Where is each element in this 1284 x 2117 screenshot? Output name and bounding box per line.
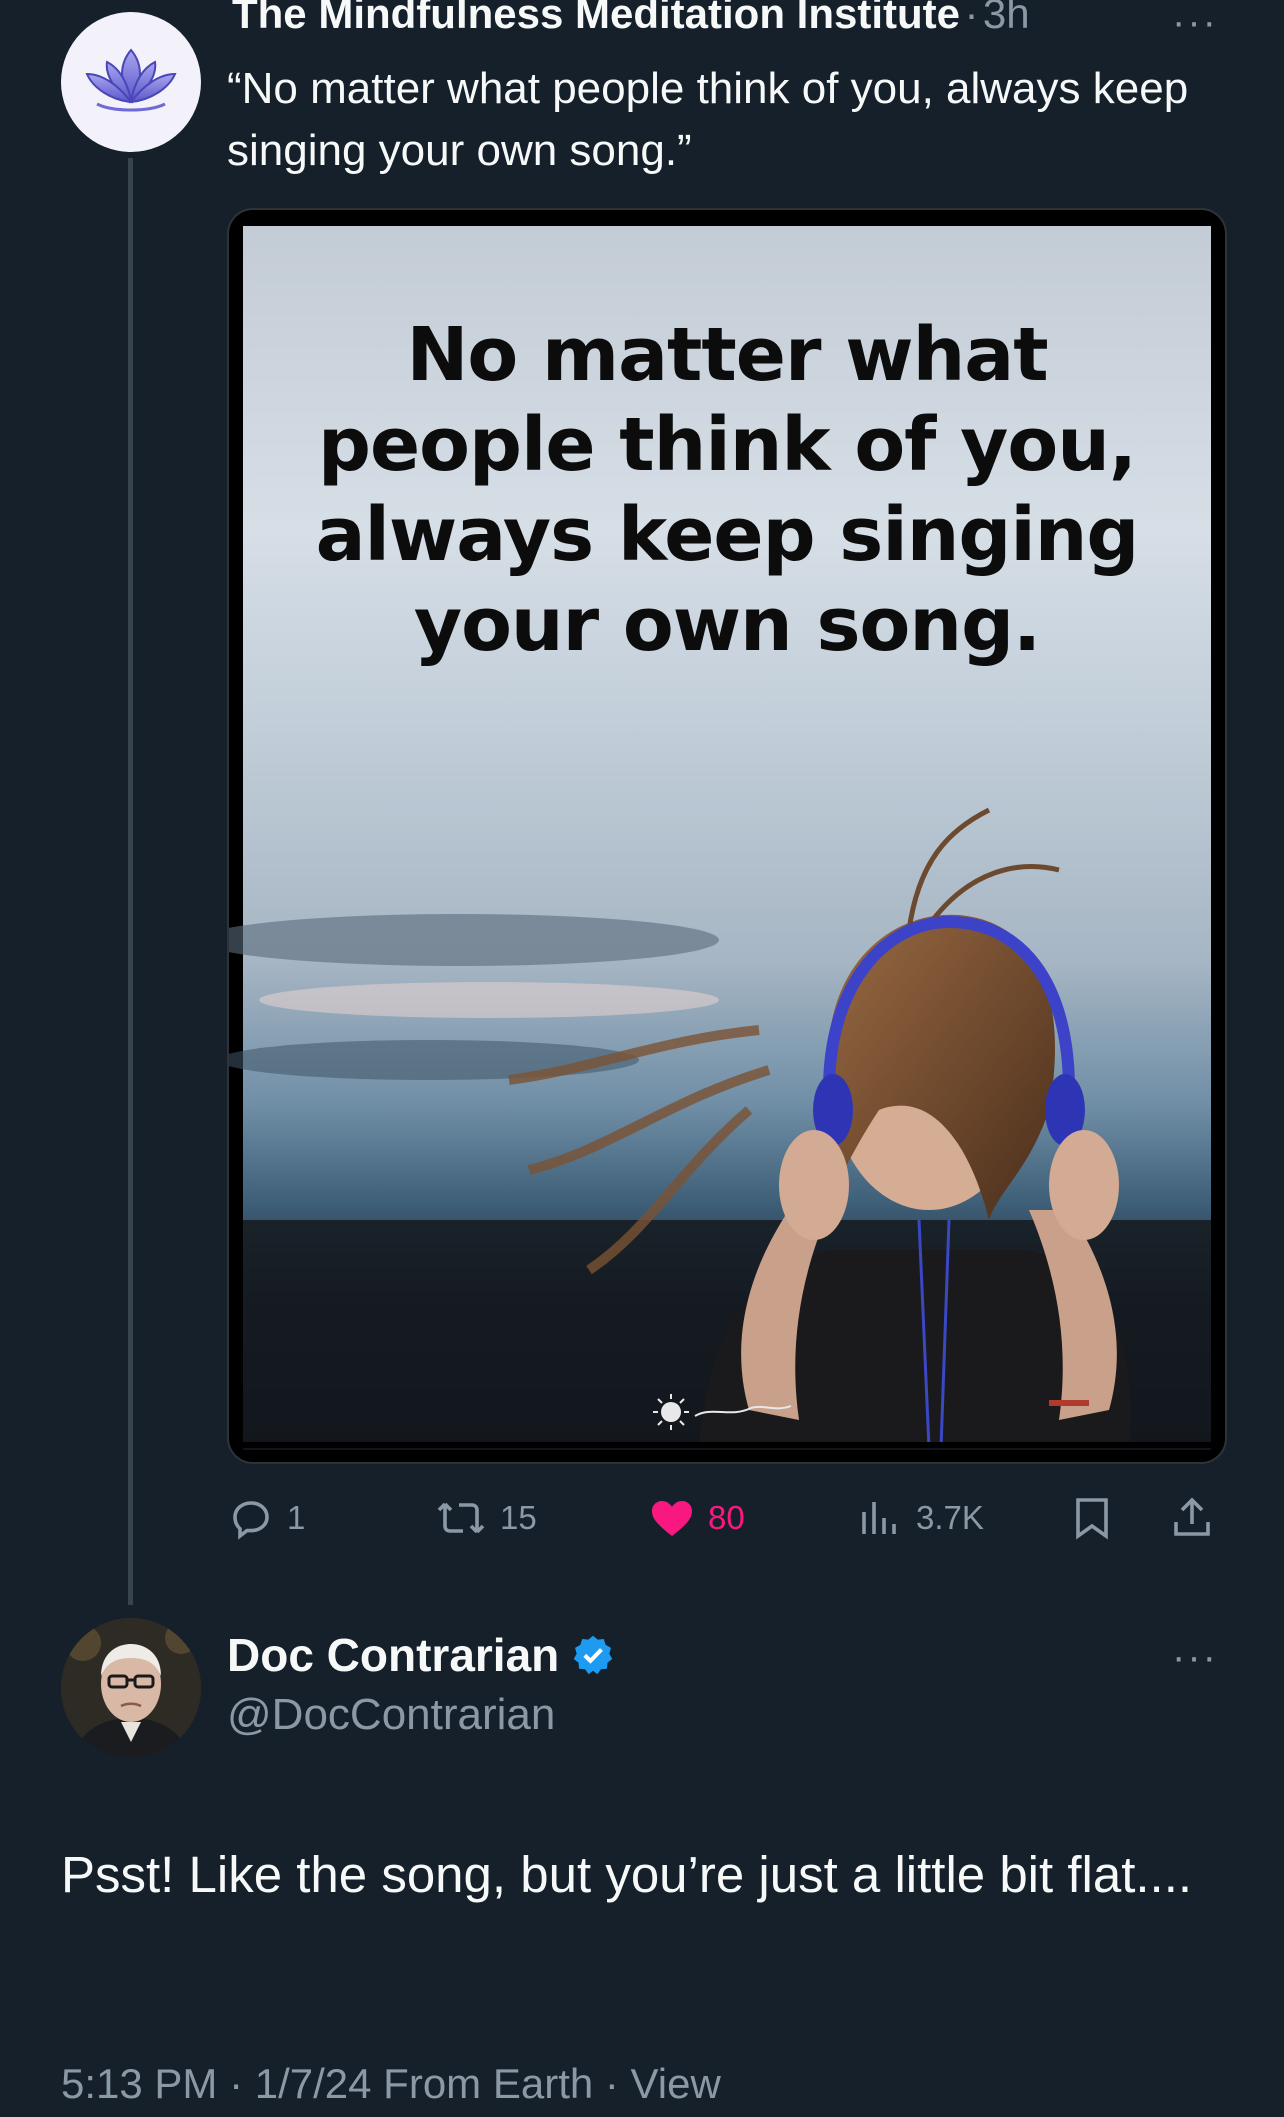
reply-button[interactable]: 1 [227,1488,305,1548]
reply-more-options-button[interactable]: ··· [1172,1635,1218,1680]
like-count: 80 [708,1499,745,1536]
reply-author-name[interactable]: Doc Contrarian [227,1628,559,1682]
quoted-tweet-text: “No matter what people think of you, alw… [227,64,1189,175]
repost-count: 15 [500,1499,537,1536]
views-button[interactable]: 3.7K [856,1488,984,1548]
reply-author-avatar[interactable] [61,1618,201,1758]
author-avatar-lotus[interactable] [61,12,201,152]
quoted-author-name[interactable]: The Mindfulness Meditation Institute [232,0,960,37]
reply-author-handle[interactable]: @DocContrarian [227,1690,555,1740]
reply-icon [233,1501,269,1540]
image-quote-text: No matter what people think of you, alwa… [229,310,1225,670]
image-quote-line-4: your own song. [413,582,1041,668]
share-button[interactable] [1168,1488,1228,1548]
quoted-tweet-header: The Mindfulness Meditation Institute · 3… [232,0,1232,46]
verified-badge-icon[interactable] [571,1633,615,1677]
image-quote-line-3: always keep singing [315,492,1140,578]
reply-tweet-meta[interactable]: 5:13 PM · 1/7/24 From Earth · View [61,2060,721,2108]
bookmark-button[interactable] [1068,1488,1128,1548]
power-of-positivity-watermark [651,1392,801,1432]
image-quote-line-2: people think of you, [317,402,1137,488]
bookmark-icon [1076,1498,1108,1540]
image-quote-line-1: No matter what [406,312,1048,398]
views-count: 3.7K [916,1499,984,1536]
thread-connector-line [128,158,133,1605]
avatar-photo-elderly-man [61,1618,201,1758]
heart-icon [652,1501,692,1536]
quoted-timestamp[interactable]: 3h [983,0,1030,37]
like-button[interactable]: 80 [648,1488,745,1548]
repost-button[interactable]: 15 [434,1488,537,1548]
views-icon [862,1502,896,1534]
reply-tweet-text: Psst! Like the song, but you’re just a l… [61,1846,1193,1903]
header-separator: · [964,0,979,37]
more-options-button[interactable]: ··· [1172,0,1218,45]
tweet-media-image[interactable]: No matter what people think of you, alwa… [227,208,1227,1464]
reply-count: 1 [287,1499,306,1536]
repost-icon [437,1502,485,1534]
reply-author-name-row[interactable]: Doc Contrarian [227,1628,615,1682]
lotus-logo-icon [85,48,177,112]
watermark-sun-icon [653,1394,792,1430]
share-icon [1174,1497,1210,1536]
